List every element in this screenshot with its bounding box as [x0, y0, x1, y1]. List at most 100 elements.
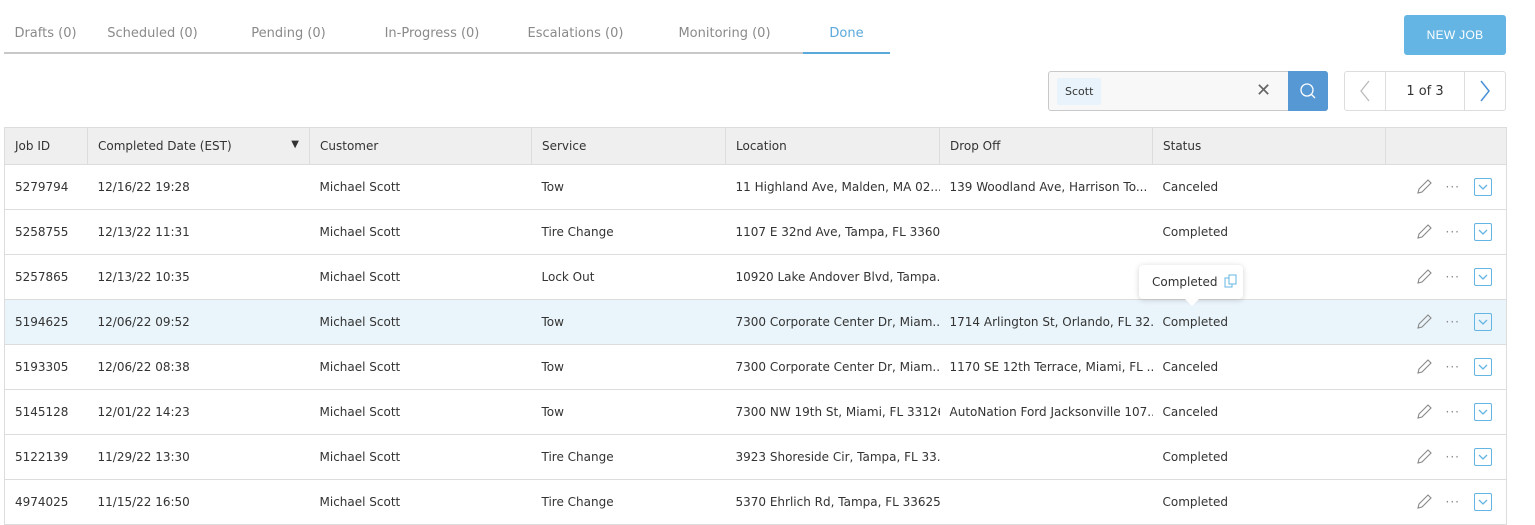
column-header: Customer — [309, 127, 532, 165]
expand-row-button[interactable] — [1474, 223, 1492, 241]
table-row[interactable]: 5122139 11/29/22 13:30 Michael Scott Tire C… — [4, 434, 1507, 480]
edit-pencil-icon[interactable] — [1416, 224, 1432, 240]
column-header: Location — [725, 127, 940, 165]
chevron-down-icon — [1478, 454, 1488, 460]
cell: 3923 Shoreside Cir, Tampa, FL 33... — [725, 434, 940, 480]
copy-icon[interactable] — [1224, 274, 1238, 288]
expand-row-button[interactable] — [1474, 448, 1492, 466]
expand-row-button[interactable] — [1474, 268, 1492, 286]
table-row[interactable]: 5194625 12/06/22 09:52 Michael Scott Tow 730… — [4, 299, 1507, 345]
next-page-button[interactable] — [1465, 72, 1505, 110]
more-options-icon[interactable]: ··· — [1446, 405, 1460, 419]
search-button[interactable] — [1288, 71, 1328, 111]
row-actions: ··· — [1385, 389, 1507, 435]
chevron-down-icon — [1478, 499, 1488, 505]
more-options-icon[interactable]: ··· — [1446, 315, 1460, 329]
cell: Michael Scott — [309, 389, 532, 435]
column-header: Drop Off — [939, 127, 1153, 165]
cell: 11/15/22 16:50 — [87, 479, 310, 525]
more-options-icon[interactable]: ··· — [1446, 495, 1460, 509]
cell: 12/13/22 11:31 — [87, 209, 310, 255]
edit-pencil-icon[interactable] — [1416, 359, 1432, 375]
cell: Tow — [531, 299, 726, 345]
table-row[interactable]: 5258755 12/13/22 11:31 Michael Scott Tire C… — [4, 209, 1507, 255]
expand-row-button[interactable] — [1474, 403, 1492, 421]
column-header: Job ID — [4, 127, 88, 165]
cell: 10920 Lake Andover Blvd, Tampa... — [725, 254, 940, 300]
cell: 12/06/22 09:52 — [87, 299, 310, 345]
table-row[interactable]: 5145128 12/01/22 14:23 Michael Scott Tow 730… — [4, 389, 1507, 435]
search-box[interactable]: Scott ✕ — [1048, 71, 1328, 111]
edit-pencil-icon[interactable] — [1416, 449, 1432, 465]
more-options-icon[interactable]: ··· — [1446, 180, 1460, 194]
cell: Completed — [1152, 299, 1386, 345]
cell: Tire Change — [531, 209, 726, 255]
cell: Michael Scott — [309, 479, 532, 525]
cell: 1714 Arlington St, Orlando, FL 32... — [939, 299, 1153, 345]
new-job-button[interactable]: NEW JOB — [1404, 15, 1506, 55]
cell: 7300 Corporate Center Dr, Miam... — [725, 344, 940, 390]
cell — [939, 434, 1153, 480]
row-actions: ··· — [1385, 209, 1507, 255]
cell: 5193305 — [4, 344, 88, 390]
expand-row-button[interactable] — [1474, 358, 1492, 376]
clear-search-icon[interactable]: ✕ — [1256, 80, 1271, 101]
cell: 5122139 — [4, 434, 88, 480]
cell: Michael Scott — [309, 434, 532, 480]
cell: 12/06/22 08:38 — [87, 344, 310, 390]
cell: 7300 Corporate Center Dr, Miam... — [725, 299, 940, 345]
expand-row-button[interactable] — [1474, 313, 1492, 331]
page-indicator: 1 of 3 — [1386, 72, 1465, 110]
cell: 1107 E 32nd Ave, Tampa, FL 33603 — [725, 209, 940, 255]
cell: 5145128 — [4, 389, 88, 435]
cell: Michael Scott — [309, 209, 532, 255]
edit-pencil-icon[interactable] — [1416, 404, 1432, 420]
chevron-down-icon — [1478, 409, 1488, 415]
chevron-down-icon — [1478, 184, 1488, 190]
column-header[interactable]: Completed Date (EST) ▼ — [87, 127, 310, 165]
more-options-icon[interactable]: ··· — [1446, 360, 1460, 374]
column-header-label: Location — [736, 139, 787, 153]
row-actions: ··· — [1385, 299, 1507, 345]
jobs-table: Job ID Completed Date (EST) ▼ Customer Servi… — [4, 127, 1507, 525]
cell: 7300 NW 19th St, Miami, FL 33126 — [725, 389, 940, 435]
cell: Canceled — [1152, 389, 1386, 435]
sort-desc-icon[interactable]: ▼ — [291, 139, 299, 150]
chevron-right-icon — [1480, 80, 1490, 102]
search-chip[interactable]: Scott — [1057, 78, 1102, 105]
tab-escalations[interactable]: Escalations (0) — [505, 20, 646, 54]
tab-in-progress[interactable]: In-Progress (0) — [359, 20, 505, 54]
tab-scheduled[interactable]: Scheduled (0) — [87, 20, 218, 54]
cell — [939, 209, 1153, 255]
column-header-label: Status — [1163, 139, 1202, 153]
status-tooltip: Completed — [1139, 265, 1243, 306]
table-row[interactable]: 4974025 11/15/22 16:50 Michael Scott Tire C… — [4, 479, 1507, 525]
more-options-icon[interactable]: ··· — [1446, 270, 1460, 284]
column-header-label: Completed Date (EST) — [98, 139, 232, 153]
table-row[interactable]: 5279794 12/16/22 19:28 Michael Scott Tow 11 … — [4, 164, 1507, 210]
chevron-left-icon — [1360, 80, 1370, 102]
edit-pencil-icon[interactable] — [1416, 269, 1432, 285]
tab-drafts[interactable]: Drafts (0) — [4, 20, 87, 54]
edit-pencil-icon[interactable] — [1416, 314, 1432, 330]
column-header-label: Service — [542, 139, 587, 153]
row-actions: ··· — [1385, 164, 1507, 210]
expand-row-button[interactable] — [1474, 178, 1492, 196]
tab-done[interactable]: Done — [803, 20, 890, 54]
table-row[interactable]: 5193305 12/06/22 08:38 Michael Scott Tow 730… — [4, 344, 1507, 390]
cell: 5194625 — [4, 299, 88, 345]
expand-row-button[interactable] — [1474, 493, 1492, 511]
more-options-icon[interactable]: ··· — [1446, 450, 1460, 464]
edit-pencil-icon[interactable] — [1416, 179, 1432, 195]
more-options-icon[interactable]: ··· — [1446, 225, 1460, 239]
edit-pencil-icon[interactable] — [1416, 494, 1432, 510]
tab-pending[interactable]: Pending (0) — [218, 20, 359, 54]
pagination: 1 of 3 — [1344, 71, 1506, 111]
chevron-down-icon — [1478, 274, 1488, 280]
cell: Tow — [531, 389, 726, 435]
column-header — [1385, 127, 1507, 165]
prev-page-button[interactable] — [1345, 72, 1386, 110]
cell: Lock Out — [531, 254, 726, 300]
table-row[interactable]: 5257865 12/13/22 10:35 Michael Scott Lock O… — [4, 254, 1507, 300]
tab-monitoring[interactable]: Monitoring (0) — [646, 20, 803, 54]
